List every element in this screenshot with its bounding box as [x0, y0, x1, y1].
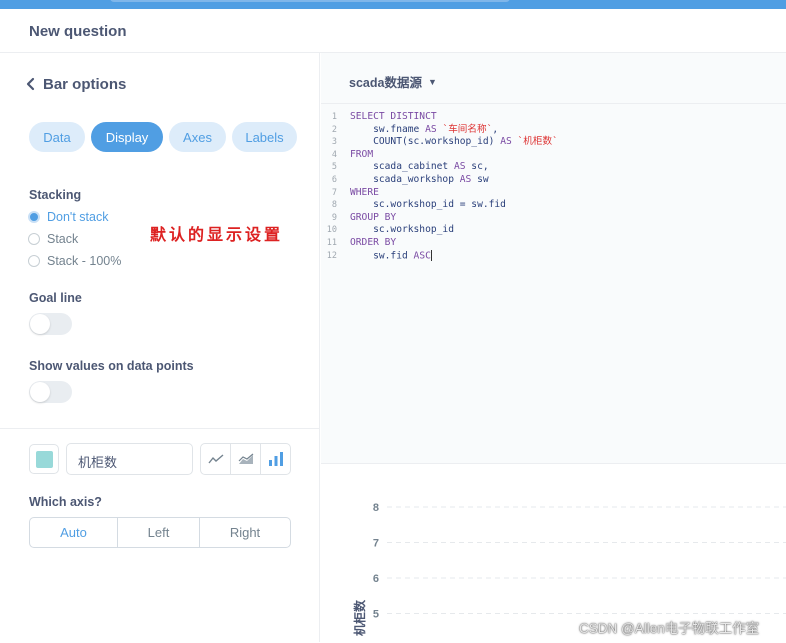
- code-line: 2 sw.fname AS `车间名称`,: [321, 124, 558, 137]
- chevron-down-icon: ▼: [427, 76, 437, 87]
- code-text: SELECT DISTINCT: [350, 111, 437, 122]
- line-number: 2: [331, 124, 337, 135]
- divider: [0, 428, 320, 429]
- code-line: 8 sc.workshop_id = sw.fid: [321, 199, 558, 212]
- code-area[interactable]: 1 SELECT DISTINCT 2 sw.fname AS `车间名称`, 3 C…: [321, 111, 558, 262]
- radio-stack-100[interactable]: Stack - 100%: [28, 254, 121, 268]
- code-line: 5 scada_cabinet AS sc,: [321, 161, 558, 174]
- chevron-left-icon: [26, 77, 35, 91]
- goal-line-toggle[interactable]: [29, 313, 72, 335]
- show-values-toggle[interactable]: [29, 381, 72, 403]
- code-text: sc.workshop_id = sw.fid: [350, 199, 506, 211]
- code-text: GROUP BY: [350, 211, 397, 223]
- settings-sidebar: Bar options Data Display Axes Labels Sta…: [0, 53, 320, 642]
- page-header: New question: [0, 9, 786, 53]
- code-line: 11 ORDER BY: [321, 237, 558, 250]
- radio-label: Don't stack: [47, 210, 109, 224]
- line-number: 7: [331, 187, 337, 198]
- line-number: 10: [326, 225, 337, 236]
- code-line: 12 sw.fid ASC: [321, 249, 558, 263]
- line-number: 4: [331, 149, 337, 160]
- axis-selector: Auto Left Right: [29, 517, 291, 548]
- goal-line-label: Goal line: [29, 291, 82, 305]
- tab-labels[interactable]: Labels: [232, 122, 297, 152]
- toggle-knob: [30, 314, 50, 334]
- line-number: 8: [331, 200, 337, 211]
- watermark: CSDN @Allen电子物联工作室: [579, 621, 760, 636]
- line-icon: [207, 454, 223, 464]
- color-swatch: [35, 450, 53, 468]
- line-number: 5: [331, 162, 337, 173]
- area-type-button[interactable]: [231, 444, 261, 474]
- y-tick-label: 5: [373, 609, 379, 621]
- code-line: 1 SELECT DISTINCT: [321, 111, 558, 124]
- line-number: 1: [331, 112, 337, 122]
- code-line: 4 FROM: [321, 149, 558, 162]
- code-text: COUNT(sc.workshop_id) AS `机柜数`: [350, 136, 558, 148]
- series-color-picker[interactable]: [29, 444, 59, 474]
- axis-left-button[interactable]: Left: [118, 518, 200, 547]
- axis-auto-button[interactable]: Auto: [30, 518, 118, 547]
- code-line: 6 scada_workshop AS sw: [321, 174, 558, 187]
- line-number: 11: [326, 237, 337, 248]
- bar-type-button[interactable]: [261, 444, 290, 474]
- code-text: FROM: [350, 148, 374, 160]
- code-line: 9 GROUP BY: [321, 212, 558, 225]
- radio-stack[interactable]: Stack: [28, 232, 78, 246]
- line-number: 3: [331, 137, 337, 148]
- bar-icon: [268, 452, 283, 466]
- tab-axes[interactable]: Axes: [169, 122, 226, 152]
- radio-label: Stack - 100%: [47, 254, 122, 268]
- search-bar[interactable]: [110, 0, 510, 2]
- y-tick-label: 8: [373, 502, 379, 514]
- back-button[interactable]: Bar options: [22, 75, 126, 93]
- stacking-label: Stacking: [29, 188, 82, 202]
- code-text: sw.fid ASC: [350, 249, 432, 262]
- line-number: 9: [331, 212, 337, 223]
- visualization-area: 8 7 6 5 机柜数: [321, 463, 786, 642]
- radio-dont-stack[interactable]: Don't stack: [28, 210, 108, 224]
- area-icon: [238, 453, 253, 464]
- y-tick-label: 7: [373, 538, 379, 550]
- radio-dot: [28, 255, 40, 267]
- series-name-input[interactable]: 机柜数: [66, 443, 193, 475]
- code-line: 10 sc.workshop_id: [321, 224, 558, 237]
- page-title: New question: [29, 23, 127, 40]
- series-display-type: [200, 443, 291, 475]
- top-bar: [0, 0, 786, 9]
- code-line: 7 WHERE: [321, 187, 558, 200]
- y-tick-label: 6: [373, 573, 379, 585]
- database-name: scada数据源: [349, 76, 422, 90]
- radio-dot: [28, 211, 40, 223]
- divider: [321, 103, 786, 104]
- tab-data[interactable]: Data: [29, 122, 85, 152]
- code-text: WHERE: [350, 186, 379, 198]
- database-picker[interactable]: scada数据源 ▼: [349, 72, 437, 91]
- tab-display[interactable]: Display: [91, 122, 163, 152]
- code-line: 3 COUNT(sc.workshop_id) AS `机柜数`: [321, 136, 558, 149]
- show-values-label: Show values on data points: [29, 359, 194, 373]
- line-number: 12: [326, 250, 337, 261]
- line-type-button[interactable]: [201, 444, 231, 474]
- back-label: Bar options: [43, 75, 127, 93]
- y-axis-label: 机柜数: [352, 599, 367, 636]
- annotation-text: 默认的显示设置: [150, 225, 284, 244]
- toggle-knob: [30, 382, 50, 402]
- radio-dot: [28, 233, 40, 245]
- axis-right-button[interactable]: Right: [200, 518, 290, 547]
- sql-editor: scada数据源 ▼ 1 SELECT DISTINCT 2 sw.fname AS…: [321, 53, 786, 463]
- code-text: scada_cabinet AS sc,: [350, 161, 489, 173]
- line-number: 6: [331, 174, 337, 185]
- which-axis-label: Which axis?: [29, 495, 102, 509]
- settings-tabs: Data Display Axes Labels: [29, 122, 297, 152]
- radio-label: Stack: [47, 232, 79, 246]
- code-text: sw.fname AS `车间名称`,: [350, 123, 499, 135]
- code-text: ORDER BY: [350, 236, 397, 248]
- code-text: sc.workshop_id: [350, 224, 454, 236]
- code-text: scada_workshop AS sw: [350, 173, 489, 185]
